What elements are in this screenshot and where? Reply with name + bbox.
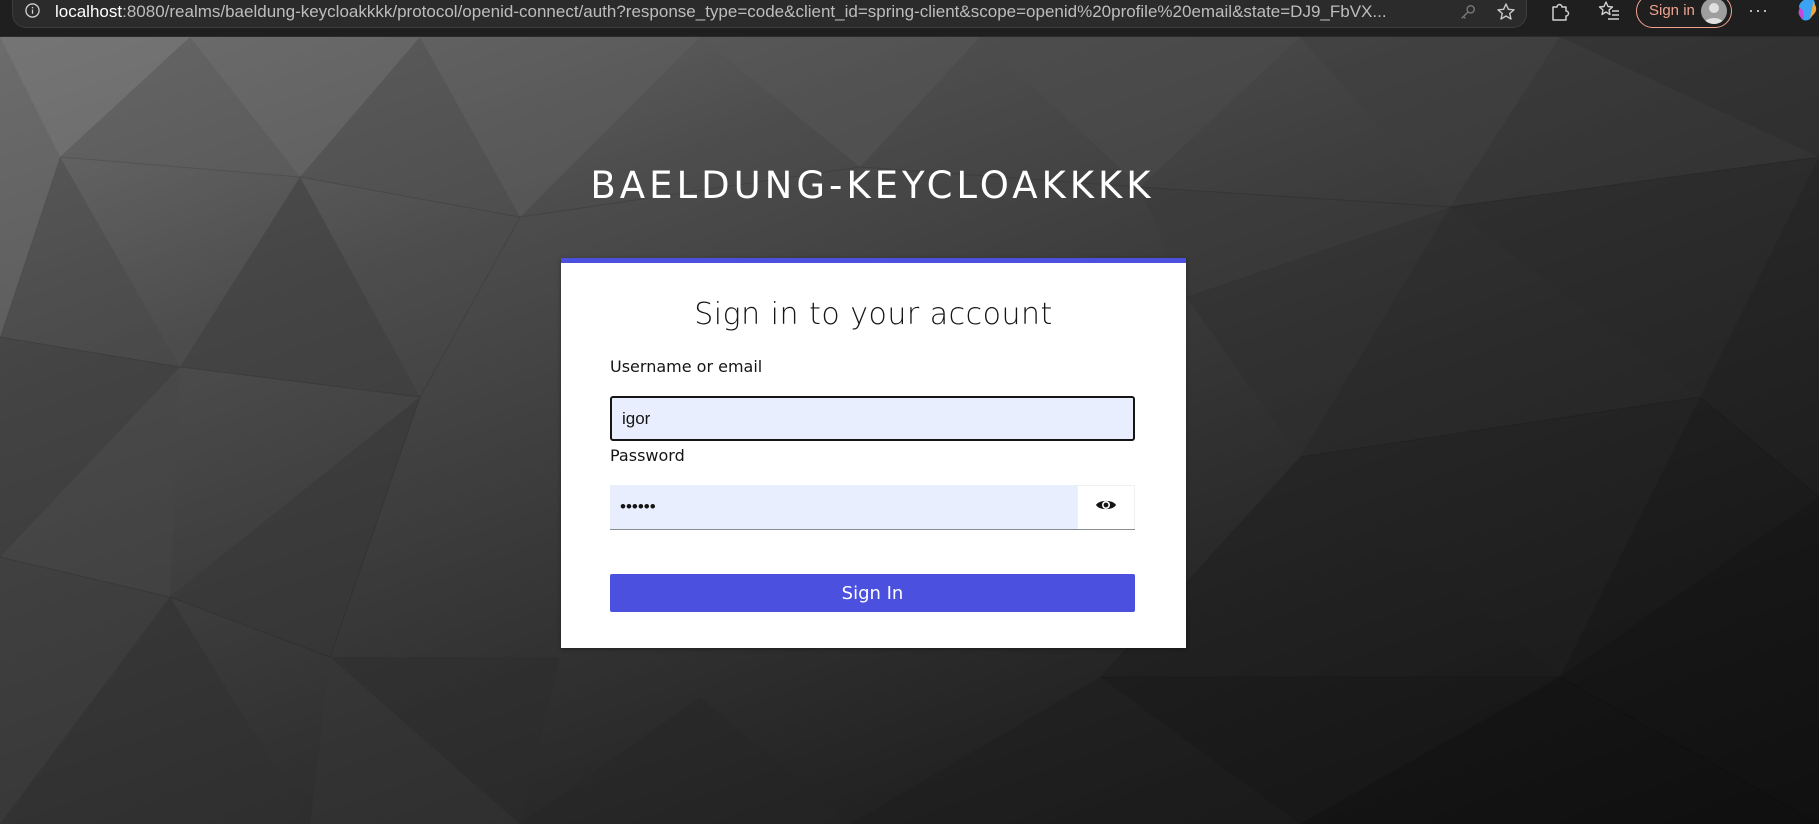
profile-avatar-icon (1701, 0, 1727, 24)
login-heading: Sign in to your account (694, 297, 1053, 332)
url-host: localhost (55, 2, 123, 21)
url-path: :8080/realms/baeldung-keycloakkkk/protoc… (122, 2, 1387, 21)
site-info-icon[interactable] (25, 3, 40, 18)
password-label: Password (610, 446, 685, 465)
favorites-list-icon[interactable] (1598, 0, 1620, 22)
eye-icon (1095, 497, 1117, 518)
realm-title: BAELDUNG-KEYCLOAKKKK (590, 163, 1155, 207)
more-menu-icon[interactable]: ··· (1748, 0, 1769, 21)
show-password-button[interactable] (1077, 485, 1135, 529)
address-bar[interactable]: localhost:8080/realms/baeldung-keycloakk… (12, 0, 1527, 28)
copilot-icon[interactable] (1792, 0, 1819, 24)
profile-signin-button[interactable]: Sign in (1636, 0, 1732, 28)
url-text[interactable]: localhost:8080/realms/baeldung-keycloakk… (55, 2, 1445, 22)
login-page-background: BAELDUNG-KEYCLOAKKKK Sign in to your acc… (0, 37, 1819, 824)
favorite-star-icon[interactable] (1495, 1, 1517, 23)
username-input[interactable] (610, 396, 1135, 441)
password-input[interactable] (610, 485, 1077, 529)
username-label: Username or email (610, 357, 763, 376)
signin-label: Sign in (1649, 2, 1695, 19)
login-card: Sign in to your account Username or emai… (561, 258, 1186, 648)
sign-in-button[interactable]: Sign In (610, 574, 1135, 612)
extensions-icon[interactable] (1549, 0, 1571, 22)
password-key-icon[interactable] (1457, 1, 1479, 23)
password-field-group (610, 485, 1135, 530)
browser-toolbar: localhost:8080/realms/baeldung-keycloakk… (0, 0, 1819, 37)
